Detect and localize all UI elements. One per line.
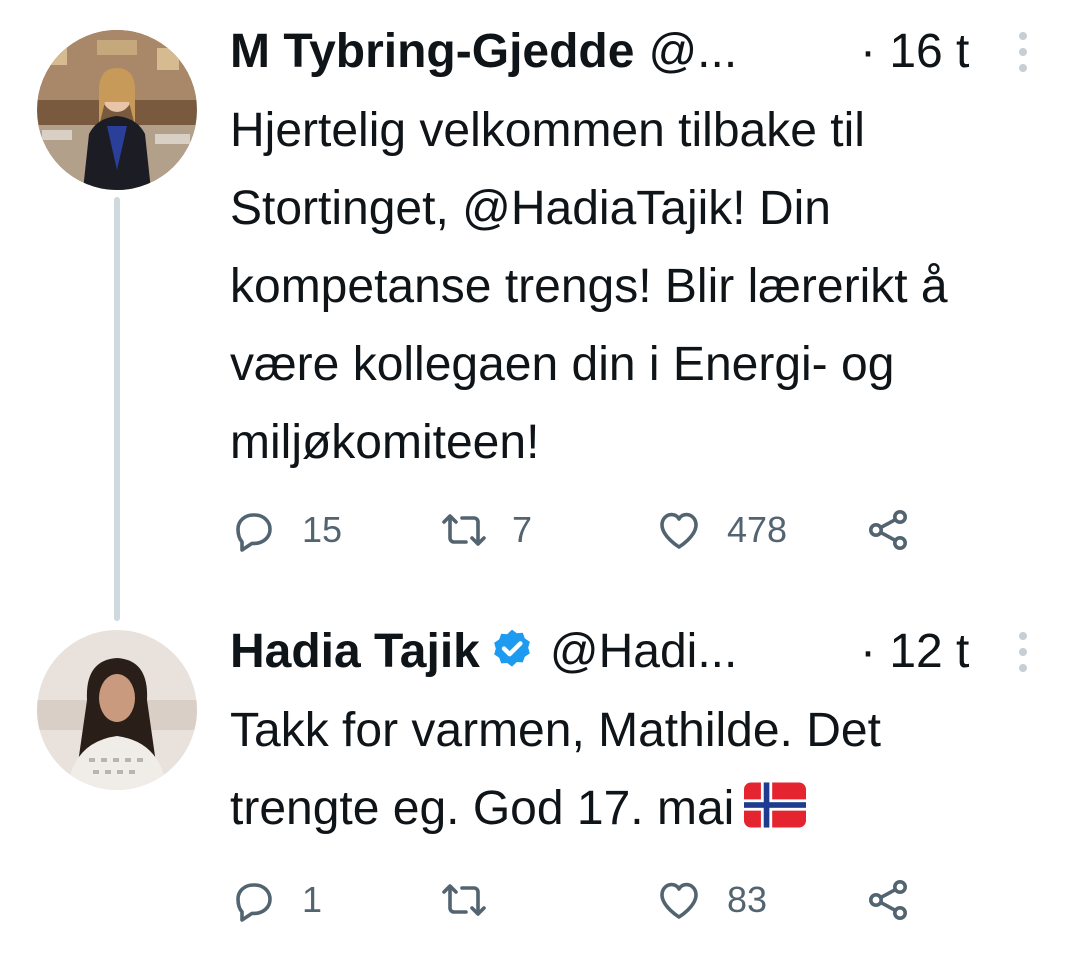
retweet-icon [442, 514, 486, 546]
tweet-text: Hjertelig velkommen tilbake til Storting… [230, 104, 948, 469]
avatar-photo-icon [37, 630, 197, 790]
speech-bubble-icon [236, 513, 272, 552]
tweet-header: M Tybring-Gjedde @... · 16 t [230, 22, 1040, 82]
heart-icon [660, 882, 698, 919]
like-count: 478 [727, 509, 788, 550]
retweet-button[interactable] [440, 870, 512, 930]
more-options-icon[interactable] [1016, 32, 1030, 72]
retweet-button[interactable]: 7 [440, 500, 532, 560]
retweet-count: 7 [512, 509, 533, 550]
like-button[interactable]: 478 [655, 500, 787, 560]
reply-button[interactable]: 1 [230, 870, 322, 930]
author-name[interactable]: M Tybring-Gjedde [230, 25, 634, 78]
tweet-2[interactable]: Hadia Tajik @Hadi... · 12 t Takk for varm… [0, 600, 1080, 958]
retweet-icon [442, 884, 486, 916]
author-handle[interactable]: @... [648, 25, 737, 78]
tweet-header: Hadia Tajik @Hadi... · 12 t [230, 622, 1040, 682]
share-icon [869, 880, 907, 920]
like-count: 83 [727, 879, 768, 920]
verified-badge-icon [494, 629, 530, 667]
tweet-1[interactable]: M Tybring-Gjedde @... · 16 t Hjertelig ve… [0, 0, 1080, 621]
tweet-actions: 1 83 [230, 870, 1080, 930]
like-button[interactable]: 83 [655, 870, 767, 930]
tweet-text: Takk for varmen, Mathilde. Det trengte e… [230, 692, 1040, 848]
avatar-photo-icon [37, 30, 197, 190]
more-options-icon[interactable] [1016, 632, 1030, 672]
norway-flag-emoji [744, 782, 807, 828]
author-handle[interactable]: @Hadi... [550, 625, 737, 678]
reply-count: 1 [302, 879, 323, 920]
thread-line [114, 197, 120, 621]
avatar-hadia-tajik[interactable] [37, 630, 197, 790]
reply-button[interactable]: 15 [230, 500, 342, 560]
speech-bubble-icon [236, 883, 272, 922]
timestamp[interactable]: · 12 t [860, 622, 969, 682]
tweet-actions: 15 7 478 [230, 500, 1080, 560]
reply-count: 15 [302, 509, 343, 550]
share-icon [869, 510, 907, 550]
timestamp[interactable]: · 16 t [860, 22, 969, 82]
avatar-m-tybring-gjedde[interactable] [37, 30, 197, 190]
heart-icon [660, 512, 698, 549]
author-name[interactable]: Hadia Tajik [230, 625, 480, 678]
share-button[interactable] [864, 870, 912, 930]
share-button[interactable] [864, 500, 912, 560]
